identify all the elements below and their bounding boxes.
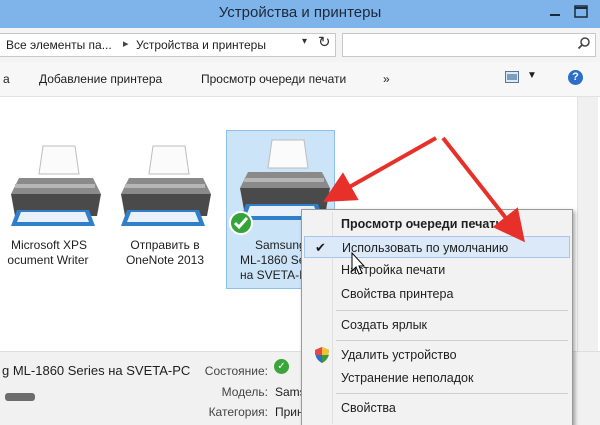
menu-item-label: Создать ярлык	[341, 318, 428, 332]
help-icon[interactable]: ?	[568, 70, 583, 85]
print-queue-button[interactable]: Просмотр очереди печати	[201, 72, 346, 86]
device-onenote[interactable]	[110, 140, 220, 232]
change-view-icon[interactable]	[505, 71, 519, 83]
checkmark-icon: ✔	[315, 240, 326, 255]
shield-icon	[315, 347, 329, 363]
menu-item-properties[interactable]: Свойства	[304, 397, 570, 419]
details-printer-thumbnail	[5, 393, 35, 401]
menu-item-remove-device[interactable]: Удалить устройство	[304, 344, 570, 366]
status-ok-icon: ✓	[274, 359, 289, 374]
search-box[interactable]	[342, 33, 596, 57]
window-title: Устройства и принтеры	[218, 4, 382, 21]
add-printer-button[interactable]: Добавление принтера	[39, 72, 162, 86]
category-label: Категория:	[208, 405, 268, 419]
model-label: Модель:	[221, 385, 268, 399]
maximize-button[interactable]	[570, 3, 592, 21]
search-icon[interactable]	[577, 36, 591, 50]
context-menu: Просмотр очереди печати ✔ Использовать п…	[301, 209, 573, 425]
menu-separator	[336, 340, 568, 341]
menu-item-label: Удалить устройство	[341, 348, 457, 362]
menu-separator	[336, 393, 568, 394]
breadcrumb-separator-icon[interactable]: ▸	[123, 37, 129, 50]
status-label: Состояние:	[204, 364, 268, 378]
device-microsoft-xps-label: Microsoft XPS ocument Writer	[0, 238, 110, 268]
breadcrumb-devices-printers[interactable]: Устройства и принтеры	[136, 38, 266, 52]
vertical-scrollbar[interactable]	[577, 97, 598, 351]
device-label-line2: OneNote 2013	[125, 253, 205, 267]
address-bar[interactable]: Все элементы па... ▸ Устройства и принте…	[0, 33, 336, 57]
view-dropdown-icon[interactable]: ▼	[527, 70, 537, 81]
command-truncated[interactable]: а	[3, 72, 10, 86]
maximize-icon	[574, 5, 588, 18]
menu-item-print-queue[interactable]: Просмотр очереди печати	[304, 213, 570, 235]
menu-separator	[336, 310, 568, 311]
device-label-line1: Microsoft XPS	[10, 238, 88, 252]
refresh-icon[interactable]: ↻	[318, 33, 331, 51]
menu-item-label: Просмотр очереди печати	[341, 217, 504, 231]
menu-item-troubleshoot[interactable]: Устранение неполадок	[304, 367, 570, 389]
menu-item-label: Устранение неполадок	[341, 371, 474, 385]
device-label-line2: ocument Writer	[7, 253, 89, 267]
menu-item-create-shortcut[interactable]: Создать ярлык	[304, 314, 570, 336]
printer-icon	[121, 145, 211, 226]
breadcrumb-all-items[interactable]: Все элементы па...	[6, 38, 112, 52]
category-value: Прин	[275, 405, 304, 419]
more-commands-button[interactable]: »	[383, 72, 390, 86]
menu-item-label: Настройка печати	[341, 263, 446, 277]
devices-and-printers-window: Устройства и принтеры Все элементы па...…	[0, 0, 600, 425]
menu-item-label: Свойства	[341, 401, 396, 415]
menu-item-printer-properties[interactable]: Свойства принтера	[304, 283, 570, 305]
title-bar: Устройства и принтеры	[0, 0, 600, 28]
address-row: Все элементы па... ▸ Устройства и принте…	[0, 28, 600, 63]
search-input[interactable]	[343, 34, 572, 56]
menu-item-label: Свойства принтера	[341, 287, 454, 301]
printer-icon	[11, 145, 101, 226]
minimize-button[interactable]	[545, 4, 565, 20]
command-bar: а Добавление принтера Просмотр очереди п…	[0, 62, 600, 97]
menu-item-print-settings[interactable]: Настройка печати	[304, 259, 570, 281]
details-device-name: g ML-1860 Series на SVETA-PC	[2, 363, 191, 378]
device-label-line1: Отправить в	[130, 238, 200, 252]
menu-item-label: Использовать по умолчанию	[342, 241, 509, 255]
device-microsoft-xps[interactable]	[0, 140, 110, 232]
device-onenote-label: Отправить в OneNote 2013	[110, 238, 220, 268]
default-printer-check-icon	[229, 211, 253, 235]
menu-item-set-default[interactable]: ✔ Использовать по умолчанию	[304, 236, 570, 258]
address-dropdown-icon[interactable]: ▾	[302, 36, 307, 47]
